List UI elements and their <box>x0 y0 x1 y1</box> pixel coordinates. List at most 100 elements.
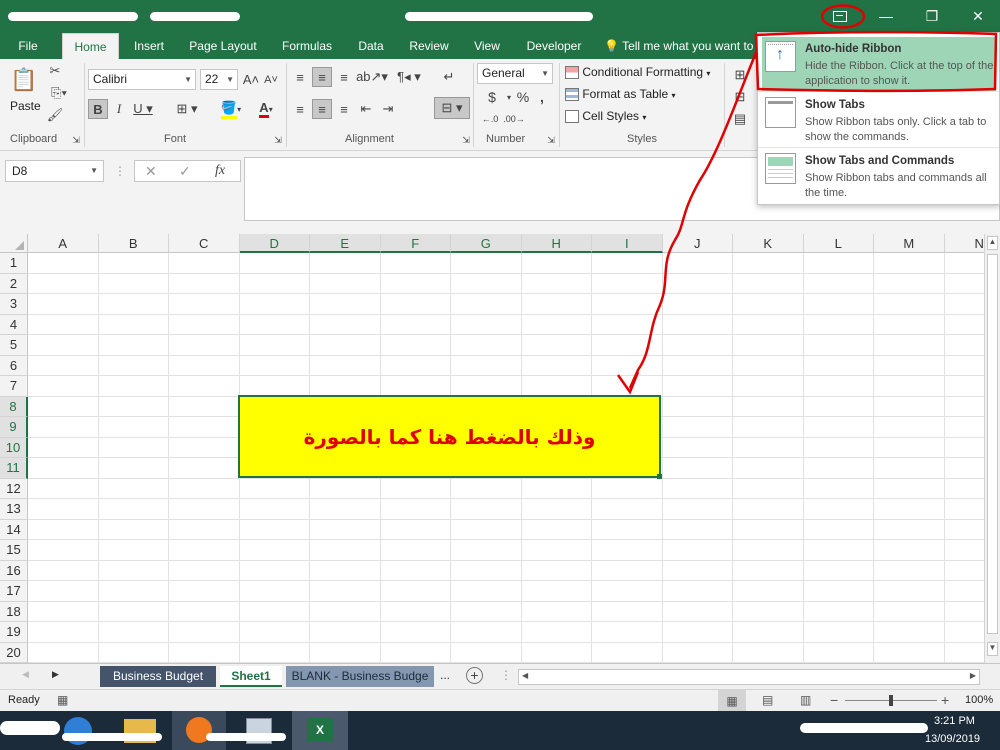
row-header[interactable]: 20 <box>0 642 28 663</box>
row-header[interactable]: 4 <box>0 314 28 335</box>
number-format-combo[interactable]: General ▼ <box>477 63 553 84</box>
merge-center-button[interactable]: ⊟ ▾ <box>434 97 470 119</box>
paste-label[interactable]: Paste <box>10 99 41 113</box>
row-header[interactable]: 11 <box>0 458 28 479</box>
column-header[interactable]: C <box>169 234 240 253</box>
excel-taskbar-button[interactable]: X <box>292 711 348 750</box>
align-right-button[interactable]: ≡ <box>334 99 354 119</box>
font-size-combo[interactable]: 22 ▼ <box>200 69 238 90</box>
comma-button[interactable]: , <box>534 87 550 107</box>
dialog-launcher-icon[interactable]: ⇲ <box>272 133 284 147</box>
column-header[interactable]: F <box>380 234 451 253</box>
rtl-button[interactable]: ¶◂ ▾ <box>394 67 424 87</box>
row-header[interactable]: 18 <box>0 601 28 622</box>
column-header[interactable]: L <box>803 234 874 253</box>
orientation-button[interactable]: ab↗▾ <box>356 67 388 87</box>
zoom-slider-thumb[interactable] <box>889 695 893 706</box>
font-color-button[interactable]: A ▾ <box>250 99 282 119</box>
close-window-button[interactable]: ✕ <box>955 0 1000 32</box>
underline-button[interactable]: U ▾ <box>130 99 156 119</box>
cancel-entry-icon[interactable]: ✕ <box>145 163 157 180</box>
row-header[interactable]: 16 <box>0 560 28 581</box>
dialog-launcher-icon[interactable]: ⇲ <box>545 133 557 147</box>
option-show-tabs-and-commands[interactable]: Show Tabs and Commands Show Ribbon tabs … <box>762 149 996 204</box>
row-header[interactable]: 5 <box>0 335 28 356</box>
copy-button[interactable]: ⎘▾ <box>44 83 74 103</box>
scroll-right-icon[interactable]: ▶ <box>970 671 976 680</box>
bold-button[interactable]: B <box>88 99 108 119</box>
column-header[interactable]: N <box>944 234 984 253</box>
zoom-in-button[interactable]: + <box>941 692 949 708</box>
sheet-tab-business-budget[interactable]: Business Budget <box>100 666 216 687</box>
middle-align-button[interactable]: ≡ <box>312 67 332 87</box>
page-break-view-icon[interactable]: ▥ <box>800 693 811 707</box>
row-header[interactable]: 12 <box>0 478 28 499</box>
row-header[interactable]: 9 <box>0 417 28 438</box>
bottom-align-button[interactable]: ≡ <box>334 67 354 87</box>
increase-indent-button[interactable]: ⇥ <box>378 99 398 119</box>
align-center-button[interactable]: ≡ <box>312 99 332 119</box>
borders-button[interactable]: ⊞ ▾ <box>170 99 204 119</box>
option-show-tabs[interactable]: Show Tabs Show Ribbon tabs only. Click a… <box>762 93 996 148</box>
row-header[interactable]: 7 <box>0 376 28 397</box>
tab-page-layout[interactable]: Page Layout <box>183 33 263 59</box>
tab-splitter-icon[interactable]: ⋮ <box>500 668 512 682</box>
add-sheet-button[interactable]: + <box>466 667 483 684</box>
italic-button[interactable]: I <box>110 99 128 119</box>
currency-button[interactable]: $ <box>480 87 504 107</box>
scroll-left-icon[interactable]: ◀ <box>22 669 29 680</box>
cut-button[interactable]: ✂ <box>44 61 66 81</box>
sheet-tab-sheet1[interactable]: Sheet1 <box>220 666 282 687</box>
row-header[interactable]: 17 <box>0 581 28 602</box>
decrease-indent-button[interactable]: ⇤ <box>356 99 376 119</box>
tab-view[interactable]: View <box>466 33 508 59</box>
column-header[interactable]: B <box>98 234 169 253</box>
align-left-button[interactable]: ≡ <box>290 99 310 119</box>
scroll-left-icon[interactable]: ◀ <box>522 671 528 680</box>
row-header[interactable]: 15 <box>0 540 28 561</box>
scroll-down-icon[interactable]: ▼ <box>987 642 998 656</box>
tab-insert[interactable]: Insert <box>125 33 173 59</box>
scroll-thumb[interactable] <box>987 254 998 634</box>
row-header[interactable]: 14 <box>0 519 28 540</box>
firefox-taskbar-button[interactable] <box>172 711 226 750</box>
scroll-right-icon[interactable]: ▶ <box>52 669 59 680</box>
wrap-text-button[interactable]: ↵ <box>434 67 464 87</box>
percent-button[interactable]: % <box>514 87 532 107</box>
select-all-corner[interactable] <box>0 234 28 253</box>
column-header[interactable]: M <box>874 234 945 253</box>
scroll-up-icon[interactable]: ▲ <box>987 236 998 250</box>
confirm-entry-icon[interactable]: ✓ <box>179 163 191 180</box>
row-header[interactable]: 6 <box>0 355 28 376</box>
tab-developer[interactable]: Developer <box>521 33 587 59</box>
sheet-tab-blank-business-budget[interactable]: BLANK - Business Budge <box>286 666 434 687</box>
top-align-button[interactable]: ≡ <box>290 67 310 87</box>
row-header[interactable]: 2 <box>0 273 28 294</box>
font-name-combo[interactable]: Calibri ▼ <box>88 69 196 90</box>
decrease-font-button[interactable]: A˅ <box>262 69 280 90</box>
tab-file[interactable]: File <box>6 33 50 59</box>
macro-record-icon[interactable]: ▦ <box>57 693 68 707</box>
column-header[interactable]: A <box>28 234 99 253</box>
currency-dropdown[interactable]: ▾ <box>504 87 514 107</box>
more-sheets-button[interactable]: ... <box>440 668 450 682</box>
column-header[interactable]: G <box>451 234 522 253</box>
format-painter-button[interactable]: 🖌 <box>44 105 66 125</box>
dialog-launcher-icon[interactable]: ⇲ <box>70 133 82 147</box>
clock-time[interactable]: 3:21 PM <box>934 715 975 727</box>
zoom-level[interactable]: 100% <box>965 694 993 706</box>
paste-button[interactable]: 📋 <box>10 63 38 97</box>
name-box[interactable]: D8 ▼ <box>5 160 104 182</box>
tab-home[interactable]: Home <box>62 33 119 59</box>
decrease-decimal-button[interactable]: .00→ <box>503 109 525 129</box>
normal-view-icon[interactable]: ▦ <box>718 690 746 712</box>
fill-color-button[interactable]: 🪣 ▾ <box>214 99 248 119</box>
restore-button[interactable]: ❐ <box>909 0 955 32</box>
horizontal-scrollbar[interactable]: ◀ ▶ <box>518 669 980 685</box>
row-header[interactable]: 1 <box>0 253 28 274</box>
page-layout-view-icon[interactable]: ▤ <box>762 693 773 707</box>
fill-handle[interactable] <box>657 474 662 479</box>
row-header[interactable]: 10 <box>0 437 28 458</box>
tab-formulas[interactable]: Formulas <box>275 33 339 59</box>
row-header[interactable]: 3 <box>0 294 28 315</box>
